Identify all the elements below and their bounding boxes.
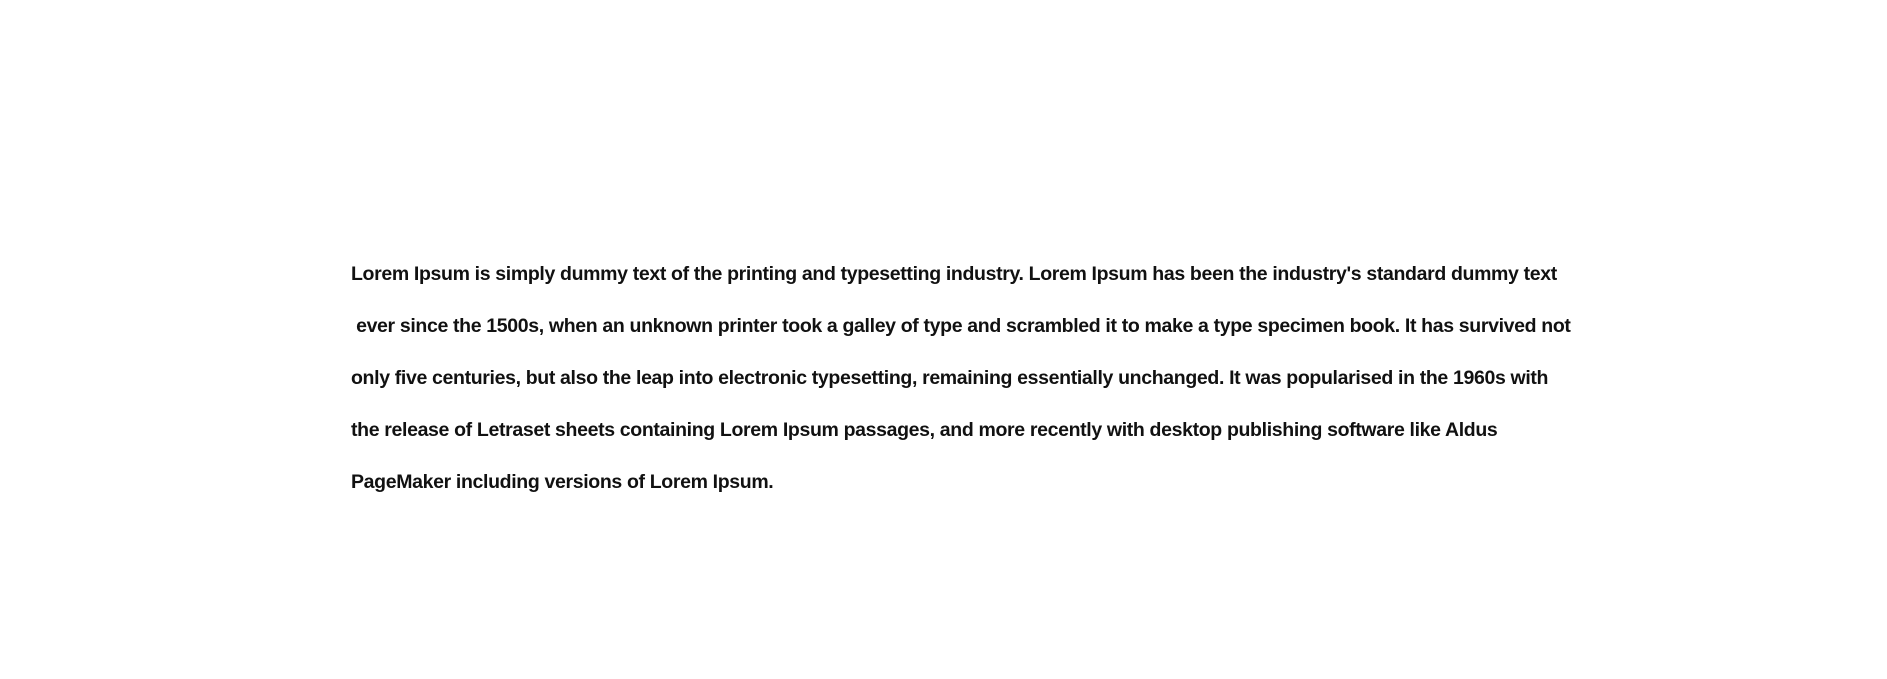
paragraph-line: Lorem Ipsum is simply dummy text of the …	[351, 263, 1557, 285]
paragraph-line: only five centuries, but also the leap i…	[351, 367, 1549, 389]
document-paragraph: Lorem Ipsum is simply dummy text of the …	[351, 248, 1651, 508]
paragraph-line: the release of Letraset sheets containin…	[351, 419, 1498, 441]
paragraph-line: ever since the 1500s, when an unknown pr…	[351, 315, 1571, 337]
paragraph-line: PageMaker including versions of Lorem Ip…	[351, 471, 774, 493]
